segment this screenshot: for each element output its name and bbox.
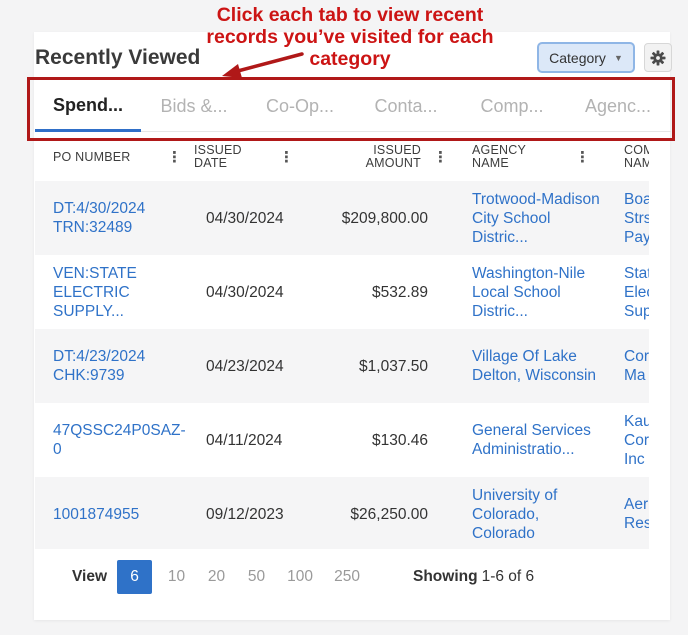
agency-name-link[interactable]: University of Colorado, Colorado bbox=[448, 477, 602, 549]
settings-button[interactable] bbox=[644, 43, 672, 72]
issued-date-cell: 04/23/2024 bbox=[194, 329, 294, 403]
issued-amount-cell: $130.46 bbox=[294, 403, 448, 477]
category-button-label: Category bbox=[549, 49, 606, 66]
column-menu-icon[interactable]: ⋮ bbox=[575, 150, 590, 165]
po-number-link[interactable]: VEN:STATE ELECTRIC SUPPLY... bbox=[35, 255, 194, 329]
company-name-link[interactable]: StatElecSup bbox=[602, 255, 649, 329]
column-menu-icon[interactable]: ⋮ bbox=[279, 150, 294, 165]
po-number-link[interactable]: 47QSSC24P0SAZ-0 bbox=[35, 403, 194, 477]
column-header-po-number[interactable]: PO NUMBER ⋮ bbox=[35, 133, 194, 181]
issued-date-cell: 04/11/2024 bbox=[194, 403, 294, 477]
company-name-link[interactable]: Boa Strs Pay bbox=[602, 181, 649, 255]
column-menu-icon[interactable]: ⋮ bbox=[433, 150, 448, 165]
gear-icon bbox=[650, 50, 666, 65]
tab-contacts[interactable]: Conta... bbox=[353, 82, 459, 132]
page-size-option-20[interactable]: 20 bbox=[198, 560, 235, 594]
showing-label: Showing bbox=[413, 568, 478, 585]
agency-name-link[interactable]: Washington-Nile Local School Distric... bbox=[448, 255, 602, 329]
po-number-link[interactable]: 1001874955 bbox=[35, 477, 194, 549]
column-header-label: AGENCY NAME bbox=[472, 143, 526, 170]
column-header-label: COM NAM bbox=[624, 143, 649, 170]
agency-name-link[interactable]: Trotwood-Madison City School Distric... bbox=[448, 181, 602, 255]
tab-bids[interactable]: Bids &... bbox=[141, 82, 247, 132]
company-name-link[interactable]: Kau Cor Inc bbox=[602, 403, 649, 477]
records-table: PO NUMBER ⋮ ISSUED DATE ⋮ ISSUED AMOUNT … bbox=[35, 133, 649, 549]
table-row[interactable]: DT:4/23/2024 CHK:9739 04/23/2024 $1,037.… bbox=[35, 329, 649, 403]
po-number-link[interactable]: DT:4/30/2024 TRN:32489 bbox=[35, 181, 194, 255]
column-header-issued-date[interactable]: ISSUED DATE ⋮ bbox=[194, 133, 294, 181]
view-label: View bbox=[72, 568, 108, 585]
showing-value: 1-6 of 6 bbox=[481, 568, 535, 585]
table-row[interactable]: VEN:STATE ELECTRIC SUPPLY... 04/30/2024 … bbox=[35, 255, 649, 329]
issued-date-cell: 04/30/2024 bbox=[194, 181, 294, 255]
column-header-label: ISSUED AMOUNT bbox=[365, 143, 421, 170]
column-header-label: PO NUMBER bbox=[53, 149, 131, 164]
category-dropdown-button[interactable]: Category ▼ bbox=[537, 42, 635, 73]
records-table-container: PO NUMBER ⋮ ISSUED DATE ⋮ ISSUED AMOUNT … bbox=[35, 133, 649, 549]
page-size-option-6[interactable]: 6 bbox=[117, 560, 153, 594]
agency-name-link[interactable]: General Services Administratio... bbox=[448, 403, 602, 477]
tab-spend[interactable]: Spend... bbox=[35, 82, 141, 132]
tab-companies[interactable]: Comp... bbox=[459, 82, 565, 132]
annotation-line-2: records you’ve visited for each bbox=[206, 26, 494, 48]
annotation-arrow-icon bbox=[222, 52, 304, 78]
tutorial-annotation: Click each tab to view recent records yo… bbox=[150, 4, 550, 70]
column-header-company-name[interactable]: COM NAM bbox=[602, 133, 649, 181]
issued-amount-cell: $532.89 bbox=[294, 255, 448, 329]
pagination-view-selector: View 6 10 20 50 100 250 bbox=[72, 560, 372, 594]
table-header-row: PO NUMBER ⋮ ISSUED DATE ⋮ ISSUED AMOUNT … bbox=[35, 133, 649, 181]
company-name-link[interactable]: Cor Ma bbox=[602, 329, 649, 403]
column-menu-icon[interactable]: ⋮ bbox=[167, 150, 182, 165]
category-tabs: Spend... Bids &... Co-Op... Conta... Com… bbox=[35, 82, 671, 132]
page-size-option-250[interactable]: 250 bbox=[325, 560, 369, 594]
issued-amount-cell: $1,037.50 bbox=[294, 329, 448, 403]
agency-name-link[interactable]: Village Of Lake Delton, Wisconsin bbox=[448, 329, 602, 403]
table-row[interactable]: 1001874955 09/12/2023 $26,250.00 Univers… bbox=[35, 477, 649, 549]
chevron-down-icon: ▼ bbox=[613, 52, 623, 63]
tab-agencies[interactable]: Agenc... bbox=[565, 82, 671, 132]
column-header-agency-name[interactable]: AGENCY NAME ⋮ bbox=[448, 133, 602, 181]
showing-count: Showing 1-6 of 6 bbox=[413, 560, 534, 594]
page-size-option-100[interactable]: 100 bbox=[278, 560, 322, 594]
column-header-label: ISSUED DATE bbox=[194, 143, 242, 170]
annotation-line-3: category bbox=[309, 48, 391, 70]
page-size-option-50[interactable]: 50 bbox=[238, 560, 275, 594]
po-number-link[interactable]: DT:4/23/2024 CHK:9739 bbox=[35, 329, 194, 403]
company-name-link[interactable]: Aer Res bbox=[602, 477, 649, 549]
table-row[interactable]: DT:4/30/2024 TRN:32489 04/30/2024 $209,8… bbox=[35, 181, 649, 255]
annotation-line-1: Click each tab to view recent bbox=[216, 4, 484, 26]
tab-co-op[interactable]: Co-Op... bbox=[247, 82, 353, 132]
table-row[interactable]: 47QSSC24P0SAZ-0 04/11/2024 $130.46 Gener… bbox=[35, 403, 649, 477]
issued-date-cell: 04/30/2024 bbox=[194, 255, 294, 329]
issued-date-cell: 09/12/2023 bbox=[194, 477, 294, 549]
issued-amount-cell: $26,250.00 bbox=[294, 477, 448, 549]
page-size-option-10[interactable]: 10 bbox=[158, 560, 195, 594]
issued-amount-cell: $209,800.00 bbox=[294, 181, 448, 255]
column-header-issued-amount[interactable]: ISSUED AMOUNT ⋮ bbox=[294, 133, 448, 181]
